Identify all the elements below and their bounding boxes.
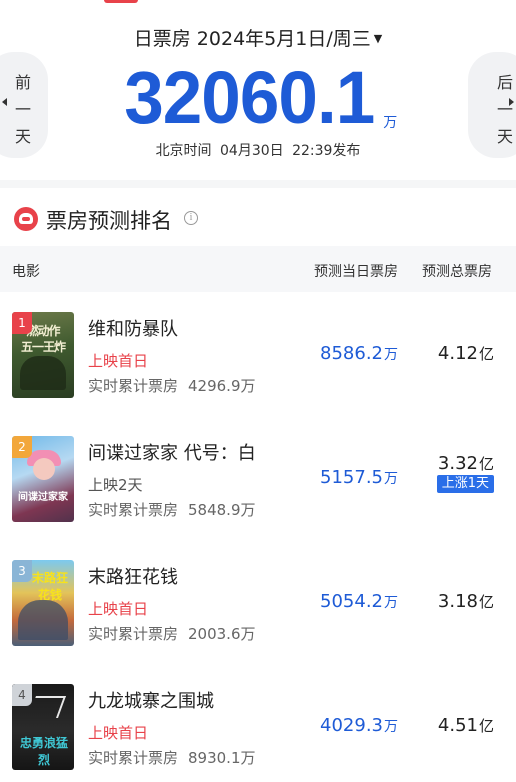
day-forecast-number: 5054.2 [320, 591, 383, 612]
column-header: 电影 预测当日票房 预测总票房 [0, 246, 516, 292]
poster-figure [33, 458, 55, 480]
cumulative-label: 实时累计票房 [88, 625, 179, 643]
total-unit: 万 [383, 115, 398, 131]
poster-figure [20, 356, 66, 390]
day-forecast-number: 8586.2 [320, 343, 383, 364]
column-movie: 电影 [12, 264, 40, 280]
release-status: 上映2天 [88, 476, 143, 494]
total-forecast-unit: 亿 [478, 345, 494, 363]
movie-row[interactable]: 忠勇浪猛烈 4 九龙城寨之围城 上映首日 实时累计票房 8930.1万 4029… [0, 664, 516, 782]
release-status: 上映首日 [88, 600, 149, 618]
column-day-forecast[interactable]: 预测当日票房 [314, 261, 398, 281]
day-forecast-unit: 万 [384, 347, 398, 363]
total-forecast-value: 4.12亿 [438, 343, 494, 364]
day-forecast-value: 4029.3万 [320, 715, 398, 736]
movie-title: 末路狂花钱 [88, 567, 178, 588]
poster-text: 间谍过家家 [18, 492, 68, 503]
total-forecast-number: 4.12 [437, 343, 478, 364]
cumulative-value: 5848.9万 [188, 501, 256, 519]
release-status: 上映首日 [88, 352, 149, 370]
movie-title: 间谍过家家 代号：白 [88, 443, 256, 464]
cumulative-label: 实时累计票房 [88, 749, 179, 767]
date-selector[interactable]: 日票房 2024年5月1日/周三 ▼ [0, 24, 516, 51]
movie-row[interactable]: 末路狂花钱 3 末路狂花钱 上映首日 实时累计票房 2003.6万 5054.2… [0, 540, 516, 664]
day-forecast-unit: 万 [384, 595, 398, 611]
movie-row[interactable]: 燃动作 五一王炸 1 维和防暴队 上映首日 实时累计票房 4296.9万 858… [0, 292, 516, 416]
movie-poster: 末路狂花钱 3 [12, 560, 74, 646]
total-forecast-value: 3.18亿 [438, 591, 494, 612]
movie-poster: 忠勇浪猛烈 4 [12, 684, 74, 770]
maoyan-logo-icon [14, 207, 38, 231]
top-indicator [104, 0, 138, 3]
movie-poster: 间谍过家家 2 [12, 436, 74, 522]
cumulative-value: 8930.1万 [188, 749, 256, 767]
cumulative-value: 2003.6万 [188, 625, 256, 643]
day-forecast-number: 4029.3 [320, 715, 383, 736]
date-label: 日票房 2024年5月1日/周三 [133, 28, 371, 50]
publish-time: 北京时间 04月30日 22:39发布 [155, 143, 361, 159]
total-forecast-number: 3.32 [437, 453, 478, 474]
poster-text: 末路狂花钱 [31, 571, 68, 602]
section-title: 票房预测排名 [46, 209, 172, 233]
total-forecast-number: 3.18 [437, 591, 478, 612]
day-forecast-unit: 万 [384, 719, 398, 735]
box-office-summary: 日票房 2024年5月1日/周三 ▼ 前一天 32060.1 万 后一天 北京时间 … [0, 0, 516, 180]
movie-title: 九龙城寨之围城 [88, 691, 214, 712]
total-forecast-value: 3.32亿 [438, 453, 494, 474]
cumulative-label: 实时累计票房 [88, 377, 179, 395]
day-forecast-value: 5054.2万 [320, 591, 398, 612]
rank-badge: 1 [12, 312, 32, 334]
day-forecast-unit: 万 [384, 471, 398, 487]
total-forecast-unit: 亿 [478, 717, 494, 735]
day-forecast-number: 5157.5 [320, 467, 383, 488]
total-forecast-value: 4.51亿 [438, 715, 494, 736]
rank-badge: 3 [12, 560, 32, 582]
total-value: 32060.1 [123, 56, 375, 139]
rank-badge: 4 [12, 684, 32, 706]
total-forecast-unit: 亿 [478, 455, 494, 473]
total-box-office: 32060.1 万 [0, 58, 516, 138]
total-forecast-unit: 亿 [478, 593, 494, 611]
movie-title: 维和防暴队 [88, 319, 178, 340]
movie-poster: 燃动作 五一王炸 1 [12, 312, 74, 398]
poster-figure [27, 696, 67, 718]
poster-text: 忠勇浪猛烈 [19, 736, 68, 767]
rank-badge: 2 [12, 436, 32, 458]
section-divider [0, 180, 516, 188]
release-status: 上映首日 [88, 724, 149, 742]
next-day-label: 后一天 [496, 73, 513, 146]
info-icon[interactable]: i [184, 211, 198, 225]
poster-figure [18, 600, 68, 640]
day-forecast-value: 8586.2万 [320, 343, 398, 364]
caret-down-icon: ▼ [373, 32, 383, 45]
day-forecast-value: 5157.5万 [320, 467, 398, 488]
column-total-forecast[interactable]: 预测总票房 [422, 261, 492, 281]
cumulative-label: 实时累计票房 [88, 501, 179, 519]
forecast-section-header: 票房预测排名 i [0, 188, 516, 246]
total-forecast-number: 4.51 [437, 715, 478, 736]
movie-row[interactable]: 间谍过家家 2 间谍过家家 代号：白 上映2天 实时累计票房 5848.9万 5… [0, 416, 516, 540]
cumulative-value: 4296.9万 [188, 377, 256, 395]
trend-badge: 上涨1天 [436, 475, 494, 493]
poster-text: 五一王炸 [20, 340, 66, 354]
